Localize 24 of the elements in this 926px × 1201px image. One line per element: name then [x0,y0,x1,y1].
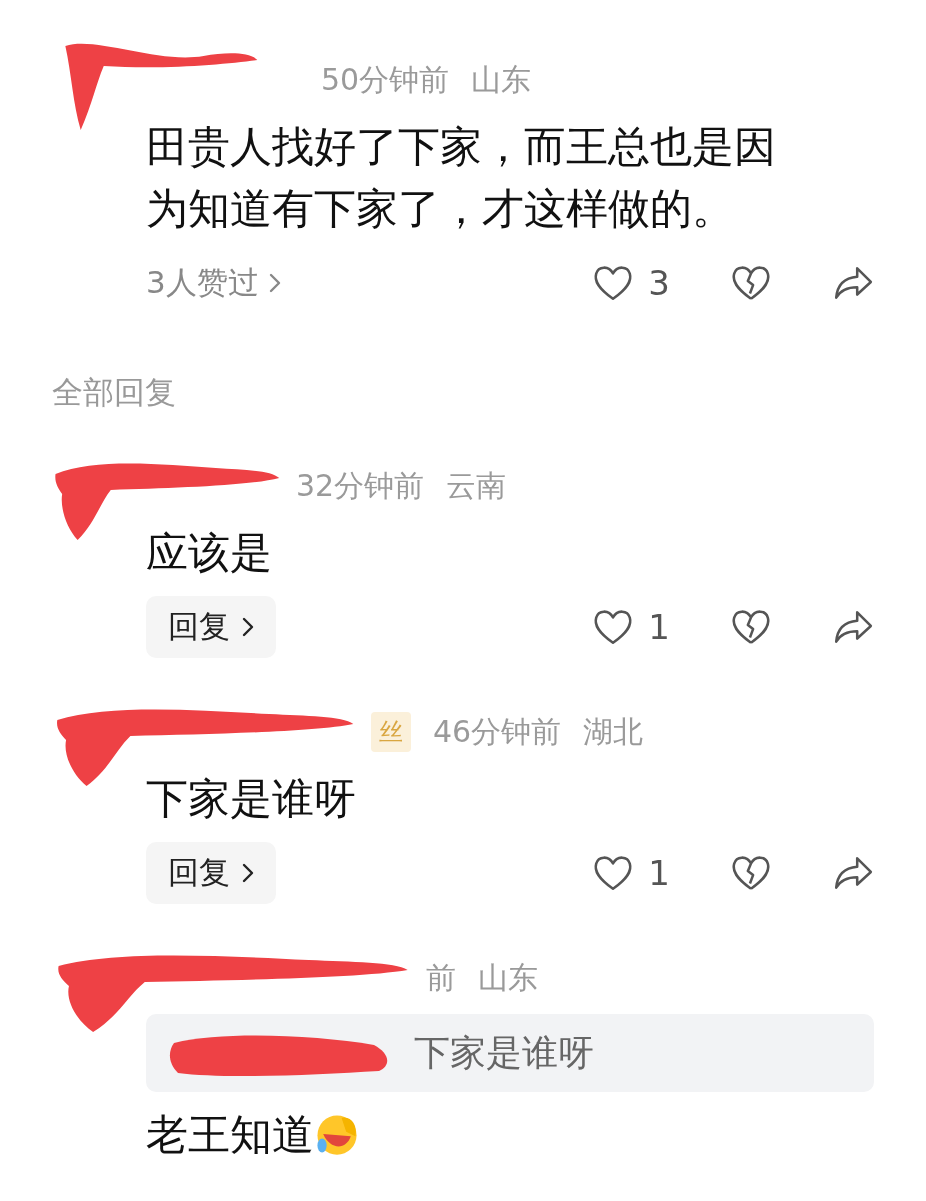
comment-time: 32分钟前 [296,466,425,505]
quoted-text: 下家是谁呀 [414,1030,594,1075]
fan-badge: 丝 [371,712,411,752]
comment-text: 老王知道 [146,1104,806,1166]
comment-location: 山东 [471,60,532,99]
comment-location: 山东 [478,958,538,997]
comment-text: 田贵人找好了下家，而王总也是因为知道有下家了，才这样做的。 [146,121,777,235]
reply-button[interactable]: 回复 [146,842,276,904]
like-count: 1 [648,607,670,647]
comment-time: 46分钟前 [433,712,562,751]
comment-location: 湖北 [583,712,644,751]
reply-button[interactable]: 回复 [146,596,276,658]
comment-location: 云南 [446,466,507,505]
likers-link[interactable]: 3人赞过 [146,262,281,304]
comment-text: 应该是 [146,527,273,579]
section-heading: 全部回复 [52,373,177,412]
comment-time: 前 [426,958,456,997]
like-count: 1 [648,853,670,893]
comment-time: 50分钟前 [321,60,450,99]
chevron-icon [242,617,254,637]
chevron-icon [268,273,281,293]
like-count: 3 [648,263,670,303]
comment-text: 下家是谁呀 [146,773,357,825]
chevron-icon [242,863,254,883]
